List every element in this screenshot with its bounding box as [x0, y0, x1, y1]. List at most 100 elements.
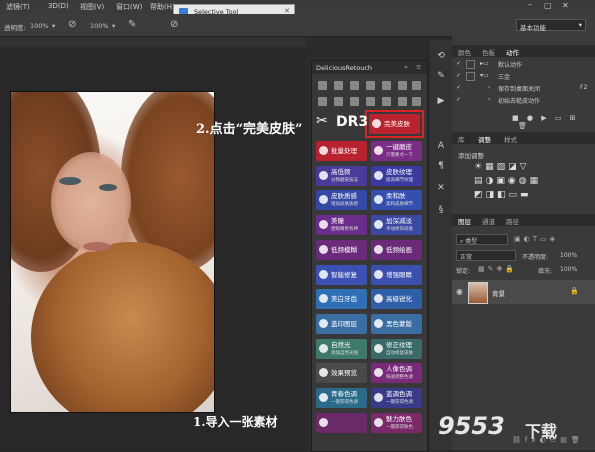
trash-icon[interactable]: 🗑	[518, 122, 527, 130]
close-icon[interactable]: ✕	[562, 1, 569, 10]
dr3-button[interactable]: 自然光 添加自然光线	[316, 338, 367, 359]
pressure-size-icon[interactable]: ⊘	[170, 19, 178, 30]
tool-icon[interactable]	[412, 97, 421, 106]
tool-icon[interactable]	[398, 97, 407, 106]
dr3-button[interactable]: 修正纹理 自动修复皮肤	[371, 338, 422, 359]
stop-icon[interactable]: ■	[512, 114, 519, 122]
check-icon[interactable]: ✓	[456, 96, 461, 103]
workspace-select[interactable]: 基本功能 ▾	[516, 19, 586, 32]
dr3-button[interactable]: 加深减淡 手动修饰皮肤	[371, 215, 422, 236]
dr3-button[interactable]: 盖印图层	[316, 313, 367, 334]
dr3-button[interactable]: 皮肤质感 增加皮肤质感	[316, 190, 367, 211]
tool-icon[interactable]	[398, 81, 407, 90]
tab-layers[interactable]: 图层	[458, 216, 471, 226]
action-row[interactable]: ✓ › 保存到桌面关闭 F2	[452, 84, 595, 94]
check-icon[interactable]: ✓	[456, 72, 461, 79]
check-icon[interactable]: ✓	[456, 60, 461, 67]
paragraph-icon[interactable]: ¶	[435, 160, 447, 172]
dr3-button[interactable]: 高低频 分频磨皮技法	[316, 165, 367, 186]
dr3-button[interactable]: 效果预览	[316, 363, 367, 384]
dr3-button[interactable]: 人像色调 快速调整色调	[371, 363, 422, 384]
dr3-button[interactable]	[316, 412, 367, 433]
record-icon[interactable]: ●	[527, 114, 533, 122]
dialog-toggle[interactable]	[466, 60, 475, 69]
tool-icon[interactable]	[382, 81, 391, 90]
menu-filter[interactable]: 滤镜(T)	[6, 2, 30, 12]
action-row[interactable]: ✓ › 初始去糙皮动作	[452, 96, 595, 106]
chevron-right-icon[interactable]: ›	[488, 84, 490, 91]
opacity-value[interactable]: 100%	[30, 22, 49, 30]
tab-adjustments[interactable]: 调整	[478, 134, 491, 144]
pressure-icon[interactable]: ⊘	[68, 19, 76, 30]
eye-icon[interactable]: ◉	[456, 287, 463, 296]
dr3-icon[interactable]: ✕	[435, 182, 447, 194]
menu-view[interactable]: 视图(V)	[80, 2, 104, 12]
tab-swatches[interactable]: 色板	[482, 47, 495, 57]
actions-icon[interactable]: ▶	[435, 95, 447, 107]
tab-styles[interactable]: 样式	[504, 134, 517, 144]
minimize-icon[interactable]: –	[528, 0, 532, 9]
dr3-button[interactable]: 一键磨皮 只需要点一下	[371, 141, 422, 161]
tab-paths[interactable]: 路径	[506, 216, 519, 226]
collapse-icon[interactable]: »	[404, 63, 408, 71]
tool-icon[interactable]	[350, 97, 359, 106]
tab-libraries[interactable]: 库	[458, 134, 465, 144]
check-icon[interactable]: ✓	[456, 84, 461, 91]
character-icon[interactable]: A	[435, 140, 447, 152]
dr3-button[interactable]: 黑色蒙版	[371, 313, 422, 334]
adjust-icons-row3[interactable]: ◩◨◧▭▬	[474, 190, 532, 200]
tool-icon[interactable]	[366, 81, 375, 90]
dr3-button[interactable]: 低频模糊	[316, 239, 367, 260]
tab-channels[interactable]: 通道	[482, 216, 495, 226]
dr3-button[interactable]: 高级锐化	[371, 289, 422, 310]
dr3-button[interactable]: 柔和肤 柔和皮肤细节	[371, 190, 422, 211]
swatches-icon[interactable]: §	[435, 204, 447, 216]
dr3-button[interactable]: 智能修复	[316, 264, 367, 285]
action-row[interactable]: ✓ ▾▭ 三金	[452, 72, 595, 82]
folder-icon[interactable]: ▭	[555, 114, 562, 122]
opacity-value[interactable]: 100%	[560, 252, 577, 259]
adjust-icons-row2[interactable]: ▤◑▣◉◍▦	[474, 176, 541, 186]
chevron-down-icon[interactable]: ▾	[112, 22, 115, 30]
airbrush-icon[interactable]: ✎	[128, 19, 136, 30]
layer-filter-select[interactable]: ⌕ 类型	[456, 234, 508, 245]
tool-icon[interactable]	[334, 81, 343, 90]
dialog-toggle[interactable]	[466, 72, 475, 81]
menu-help[interactable]: 帮助(H)	[150, 2, 175, 12]
tool-icon[interactable]	[350, 81, 359, 90]
action-row[interactable]: ✓ ▸▭ 默认动作	[452, 60, 595, 70]
dr3-button[interactable]: 低频绘画	[371, 239, 422, 260]
tool-icon[interactable]	[366, 97, 375, 106]
tool-icon[interactable]	[334, 97, 343, 106]
history-icon[interactable]: ⟲	[435, 50, 447, 62]
layer-filter-icons[interactable]: ▣◐T▭◈	[514, 235, 558, 243]
adjust-icons-row1[interactable]: ☀▦▨◪▽	[474, 162, 530, 172]
menu-3d[interactable]: 3D(D)	[48, 2, 69, 10]
maximize-icon[interactable]: ▢	[544, 1, 552, 10]
tool-icon[interactable]	[412, 81, 421, 90]
layer-row[interactable]: ◉ 背景 🔒	[452, 280, 595, 304]
blend-mode-select[interactable]: 正常	[456, 250, 516, 261]
tool-icon[interactable]	[318, 81, 327, 90]
dr3-button[interactable]: 美瞳 使眼睛更有神	[316, 215, 367, 236]
brush-icon[interactable]: ✎	[435, 70, 447, 82]
dr3-button[interactable]: 增强眼睛	[371, 264, 422, 285]
menu-window[interactable]: 窗口(W)	[116, 2, 142, 12]
dr3-button[interactable]: 批量处理	[316, 141, 367, 161]
dr3-button[interactable]: 美白牙齿	[316, 289, 367, 310]
new-icon[interactable]: ⊞	[570, 114, 576, 122]
lock-icons[interactable]: ▦✎✥🔒	[478, 265, 517, 273]
tool-icon[interactable]	[382, 97, 391, 106]
dr3-button[interactable]: 蓝调色调 一键获得色调	[371, 388, 422, 408]
tab-actions[interactable]: 动作	[506, 47, 519, 57]
flow-value[interactable]: 100%	[90, 22, 109, 30]
dr3-button[interactable]: 青春色调 一键获得色调	[316, 388, 367, 408]
dr3-button[interactable]: 皮肤纹理 提高细节纹理	[371, 165, 422, 186]
tab-color[interactable]: 颜色	[458, 47, 471, 57]
menu-icon[interactable]: ≡	[416, 63, 421, 71]
dr3-button[interactable]: 魅力肤色 一键获得肤色	[371, 412, 422, 433]
chevron-right-icon[interactable]: ›	[488, 96, 490, 103]
fill-value[interactable]: 100%	[560, 266, 577, 273]
chevron-down-icon[interactable]: ▾	[52, 22, 55, 30]
tool-icon[interactable]	[318, 97, 327, 106]
